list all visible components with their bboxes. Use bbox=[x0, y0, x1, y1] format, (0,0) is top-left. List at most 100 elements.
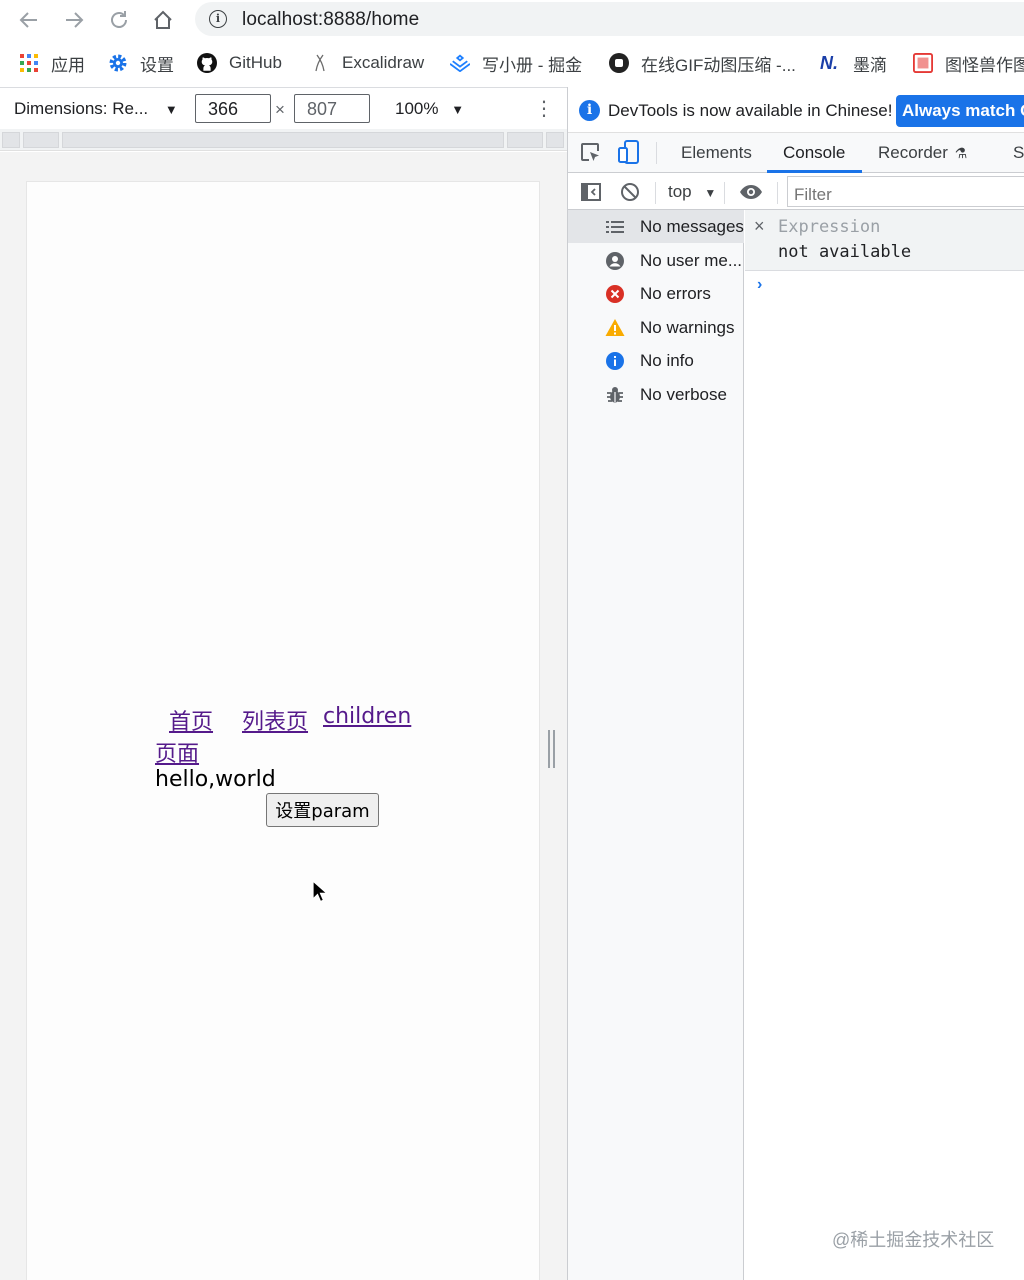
inspect-element-icon[interactable] bbox=[580, 142, 602, 164]
ruler-segment[interactable] bbox=[2, 132, 20, 148]
sidebar-item-errors[interactable]: No errors bbox=[568, 277, 744, 310]
bookmark-label: 图怪兽作图 bbox=[945, 55, 1024, 75]
language-banner: i DevTools is now available in Chinese! … bbox=[568, 87, 1024, 133]
info-icon: i bbox=[579, 100, 600, 121]
bookmark-settings[interactable]: 设置 bbox=[108, 51, 174, 75]
caret-down-icon: ▼ bbox=[704, 186, 717, 200]
filter-input[interactable] bbox=[787, 176, 1024, 207]
console-prompt-chevron-icon[interactable]: › bbox=[757, 276, 762, 294]
error-icon bbox=[606, 285, 624, 303]
ruler-segment[interactable] bbox=[546, 132, 564, 148]
reload-icon bbox=[111, 11, 127, 28]
sidebar-item-messages[interactable]: No messages bbox=[568, 210, 744, 243]
sidebar-item-verbose[interactable]: No verbose bbox=[568, 378, 744, 411]
address-bar[interactable]: i localhost:8888/home bbox=[195, 2, 1024, 36]
home-icon bbox=[154, 10, 172, 29]
console-toolbar: top ▼ bbox=[568, 174, 1024, 210]
home-button[interactable] bbox=[149, 6, 177, 34]
warning-icon bbox=[605, 319, 625, 336]
sidebar-item-warnings[interactable]: No warnings bbox=[568, 311, 744, 344]
juejin-icon bbox=[450, 53, 470, 73]
github-icon bbox=[197, 53, 217, 73]
flask-icon: ⚗ bbox=[954, 145, 968, 161]
children-link[interactable]: children bbox=[323, 704, 411, 729]
reload-button[interactable] bbox=[105, 6, 133, 34]
tab-separator bbox=[656, 142, 657, 164]
bookmark-github[interactable]: GitHub bbox=[197, 51, 282, 75]
bookmark-label: GitHub bbox=[229, 53, 282, 72]
sidebar-item-label: No user me... bbox=[640, 251, 743, 270]
tuguaishou-icon bbox=[913, 53, 933, 73]
live-expression-eye-icon[interactable] bbox=[739, 183, 763, 201]
gif-tool-icon bbox=[609, 53, 629, 73]
context-selector[interactable]: top ▼ bbox=[668, 182, 716, 202]
always-match-button[interactable]: Always match C bbox=[896, 95, 1024, 127]
bookmark-juejin[interactable]: 写小册 - 掘金 bbox=[450, 51, 582, 75]
excalidraw-icon bbox=[310, 53, 330, 73]
ruler-segment[interactable] bbox=[23, 132, 59, 148]
sidebar-item-label: No info bbox=[640, 351, 694, 370]
bookmark-tuguaishou[interactable]: 图怪兽作图 bbox=[913, 51, 1024, 75]
times-sign: × bbox=[275, 100, 285, 119]
sidebar-item-label: No warnings bbox=[640, 318, 735, 337]
page-link[interactable]: 页面 bbox=[155, 736, 199, 768]
bug-icon bbox=[607, 387, 623, 403]
context-label: top bbox=[668, 182, 692, 201]
console-sidebar: No messages No user me... No errors No w… bbox=[568, 210, 744, 1280]
tab-console[interactable]: Console bbox=[783, 143, 845, 163]
info-icon bbox=[606, 352, 624, 370]
sidebar-item-info[interactable]: No info bbox=[568, 344, 744, 377]
mouse-cursor-icon bbox=[312, 880, 328, 903]
bookmark-apps[interactable]: 应用 bbox=[19, 51, 85, 75]
sidebar-item-label: No messages bbox=[640, 217, 744, 236]
more-options-icon[interactable]: ⋮ bbox=[534, 96, 554, 121]
live-expression: × Expression not available bbox=[745, 210, 1024, 271]
console-main: × Expression not available › bbox=[745, 210, 1024, 1280]
bookmark-excalidraw[interactable]: Excalidraw bbox=[310, 51, 424, 75]
list-link[interactable]: 列表页 bbox=[242, 704, 308, 736]
width-input[interactable] bbox=[195, 94, 271, 123]
zoom-value: 100% bbox=[395, 99, 439, 118]
user-icon bbox=[606, 252, 624, 270]
banner-message: DevTools is now available in Chinese! bbox=[608, 101, 893, 120]
device-toggle-icon[interactable] bbox=[618, 140, 640, 164]
set-param-button[interactable]: 设置param bbox=[266, 793, 379, 827]
viewport-resize-handle[interactable] bbox=[548, 730, 556, 768]
ruler-segment[interactable] bbox=[507, 132, 543, 148]
device-toolbar: Dimensions: Re... ▼ × 100% ▼ ⋮ bbox=[0, 87, 567, 129]
expression-input[interactable]: Expression bbox=[778, 217, 880, 237]
caret-down-icon: ▼ bbox=[451, 102, 465, 117]
apps-grid-icon bbox=[19, 53, 39, 73]
dimensions-dropdown[interactable]: Dimensions: Re... ▼ bbox=[14, 99, 178, 119]
devtools-tabs: Elements Console Recorder ⚗ S bbox=[568, 133, 1024, 173]
home-link[interactable]: 首页 bbox=[169, 704, 213, 736]
forward-button[interactable] bbox=[60, 6, 88, 34]
tab-sources[interactable]: S bbox=[1013, 143, 1024, 163]
media-query-ruler[interactable] bbox=[0, 129, 567, 151]
tab-recorder[interactable]: Recorder ⚗ bbox=[878, 143, 967, 163]
modi-icon: N. bbox=[820, 52, 838, 73]
expression-value: not available bbox=[778, 242, 912, 262]
sidebar-item-label: No errors bbox=[640, 284, 711, 303]
bookmark-modi[interactable]: N. 墨滴 bbox=[817, 51, 887, 75]
sidebar-item-user-messages[interactable]: No user me... bbox=[568, 244, 744, 277]
back-button[interactable] bbox=[15, 6, 43, 34]
tab-elements[interactable]: Elements bbox=[681, 143, 752, 163]
clear-console-icon[interactable] bbox=[620, 182, 640, 202]
bookmark-gif-compress[interactable]: 在线GIF动图压缩 -... bbox=[609, 51, 796, 75]
dimensions-label: Dimensions: Re... bbox=[14, 99, 149, 118]
bookmark-label: 应用 bbox=[51, 55, 85, 75]
zoom-dropdown[interactable]: 100% ▼ bbox=[395, 99, 464, 119]
device-viewport-area: 首页 列表页 children 页面 hello,world 设置param bbox=[0, 152, 567, 1280]
watermark: @稀土掘金技术社区 bbox=[832, 1230, 995, 1250]
list-icon bbox=[606, 221, 624, 233]
site-info-icon[interactable]: i bbox=[209, 10, 227, 28]
browser-toolbar: i localhost:8888/home bbox=[0, 0, 1024, 40]
active-tab-indicator bbox=[767, 170, 862, 173]
height-input[interactable] bbox=[294, 94, 370, 123]
close-icon[interactable]: × bbox=[754, 216, 765, 237]
ruler-segment[interactable] bbox=[62, 132, 504, 148]
sidebar-toggle-icon[interactable] bbox=[581, 182, 601, 202]
toolbar-separator bbox=[655, 182, 656, 204]
address-url[interactable]: localhost:8888/home bbox=[242, 9, 419, 31]
